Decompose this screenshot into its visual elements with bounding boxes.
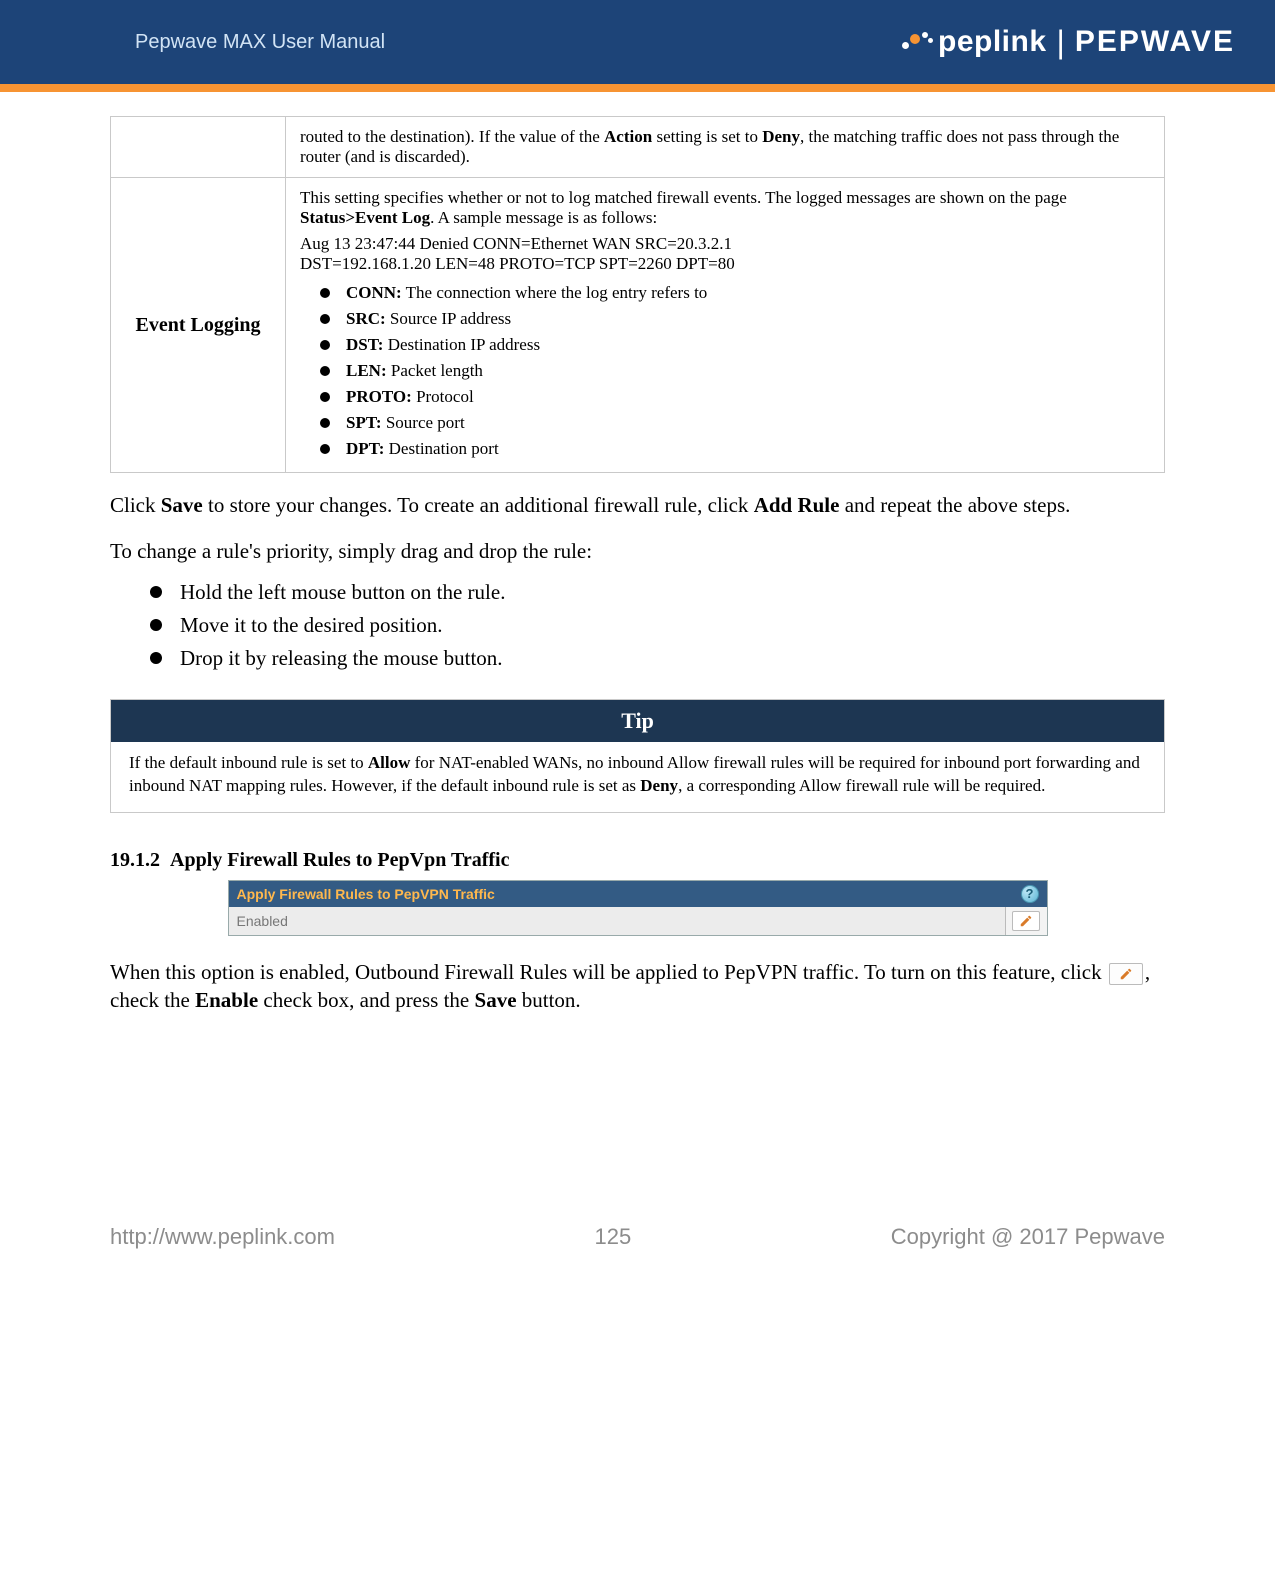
pepvpn-firewall-panel: Apply Firewall Rules to PepVPN Traffic ?… bbox=[228, 880, 1048, 936]
priority-instructions: To change a rule's priority, simply drag… bbox=[110, 537, 1165, 565]
inline-edit-button[interactable] bbox=[1109, 963, 1143, 985]
tip-body: If the default inbound rule is set to Al… bbox=[111, 742, 1164, 812]
panel-row-enabled: Enabled bbox=[229, 907, 1047, 935]
footer-copyright: Copyright @ 2017 Pepwave bbox=[891, 1224, 1165, 1250]
logo-dots-icon bbox=[900, 32, 934, 52]
log-sample-line-2: DST=192.168.1.20 LEN=48 PROTO=TCP SPT=22… bbox=[300, 254, 1150, 274]
action-deny-description: routed to the destination). If the value… bbox=[286, 117, 1165, 178]
list-item: SPT: Source port bbox=[346, 410, 1150, 436]
brand-separator: | bbox=[1057, 24, 1065, 61]
pencil-icon bbox=[1119, 967, 1133, 981]
page-number: 125 bbox=[335, 1224, 891, 1250]
settings-table: routed to the destination). If the value… bbox=[110, 116, 1165, 473]
list-item: DST: Destination IP address bbox=[346, 332, 1150, 358]
list-item: Move it to the desired position. bbox=[180, 609, 1165, 642]
event-logging-label: Event Logging bbox=[111, 178, 286, 473]
brand-peplink: peplink bbox=[938, 25, 1047, 59]
tip-box: Tip If the default inbound rule is set t… bbox=[110, 699, 1165, 813]
edit-button[interactable] bbox=[1012, 911, 1040, 931]
brand-pepwave: PEPWAVE bbox=[1075, 25, 1235, 59]
enabled-label: Enabled bbox=[229, 907, 1005, 935]
document-header: Pepwave MAX User Manual peplink | PEPWAV… bbox=[0, 0, 1275, 84]
log-sample-line-1: Aug 13 23:47:44 Denied CONN=Ethernet WAN… bbox=[300, 234, 1150, 254]
header-accent-strip bbox=[0, 84, 1275, 92]
edit-cell bbox=[1005, 907, 1047, 935]
list-item: Drop it by releasing the mouse button. bbox=[180, 642, 1165, 675]
pepvpn-enable-instructions: When this option is enabled, Outbound Fi… bbox=[110, 958, 1165, 1015]
event-logging-description: This setting specifies whether or not to… bbox=[286, 178, 1165, 473]
table-row: routed to the destination). If the value… bbox=[111, 117, 1165, 178]
save-instructions: Click Save to store your changes. To cre… bbox=[110, 491, 1165, 519]
footer-url: http://www.peplink.com bbox=[110, 1224, 335, 1250]
table-row: Event Logging This setting specifies whe… bbox=[111, 178, 1165, 473]
panel-heading-text: Apply Firewall Rules to PepVPN Traffic bbox=[237, 886, 495, 902]
page-footer: http://www.peplink.com 125 Copyright @ 2… bbox=[0, 1224, 1275, 1250]
pencil-icon bbox=[1019, 914, 1033, 928]
list-item: LEN: Packet length bbox=[346, 358, 1150, 384]
panel-heading: Apply Firewall Rules to PepVPN Traffic ? bbox=[229, 881, 1047, 907]
list-item: SRC: Source IP address bbox=[346, 306, 1150, 332]
list-item: PROTO: Protocol bbox=[346, 384, 1150, 410]
help-icon[interactable]: ? bbox=[1021, 885, 1039, 903]
row-label-empty bbox=[111, 117, 286, 178]
log-fields-list: CONN: The connection where the log entry… bbox=[300, 280, 1150, 462]
list-item: Hold the left mouse button on the rule. bbox=[180, 576, 1165, 609]
drag-steps-list: Hold the left mouse button on the rule. … bbox=[110, 576, 1165, 675]
page-content: routed to the destination). If the value… bbox=[0, 92, 1275, 1084]
section-heading: 19.1.2 Apply Firewall Rules to PepVpn Tr… bbox=[110, 849, 1165, 872]
manual-title: Pepwave MAX User Manual bbox=[135, 31, 385, 54]
list-item: DPT: Destination port bbox=[346, 436, 1150, 462]
list-item: CONN: The connection where the log entry… bbox=[346, 280, 1150, 306]
tip-heading: Tip bbox=[111, 700, 1164, 742]
brand-logo: peplink | PEPWAVE bbox=[900, 24, 1235, 61]
